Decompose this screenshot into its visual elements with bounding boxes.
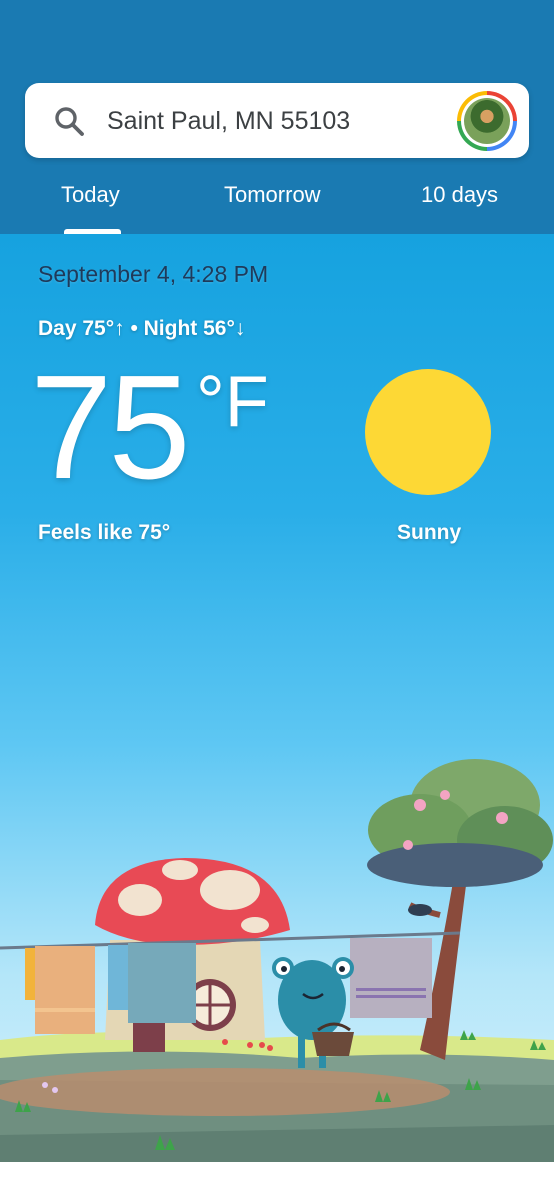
temperature-unit[interactable]: °F bbox=[196, 364, 269, 440]
current-datetime: September 4, 4:28 PM bbox=[38, 261, 269, 287]
search-icon[interactable] bbox=[53, 105, 85, 137]
condition-label: Sunny bbox=[397, 521, 462, 544]
current-temperature: 75 bbox=[30, 345, 191, 510]
sun-icon bbox=[365, 369, 491, 495]
tab-10-days[interactable]: 10 days bbox=[421, 180, 498, 210]
tab-tomorrow[interactable]: Tomorrow bbox=[224, 180, 321, 210]
active-tab-indicator bbox=[64, 229, 121, 234]
account-avatar[interactable] bbox=[457, 91, 517, 151]
search-location-text[interactable]: Saint Paul, MN 55103 bbox=[107, 104, 350, 138]
avatar-border bbox=[461, 95, 513, 147]
feels-like: Feels like 75° bbox=[38, 521, 171, 544]
day-night-temps: Day 75°↑ • Night 56°↓ bbox=[38, 317, 246, 340]
bottom-strip bbox=[0, 1162, 554, 1200]
tab-today[interactable]: Today bbox=[61, 180, 120, 210]
weather-illustration bbox=[0, 759, 554, 1162]
avatar-photo bbox=[464, 98, 510, 144]
